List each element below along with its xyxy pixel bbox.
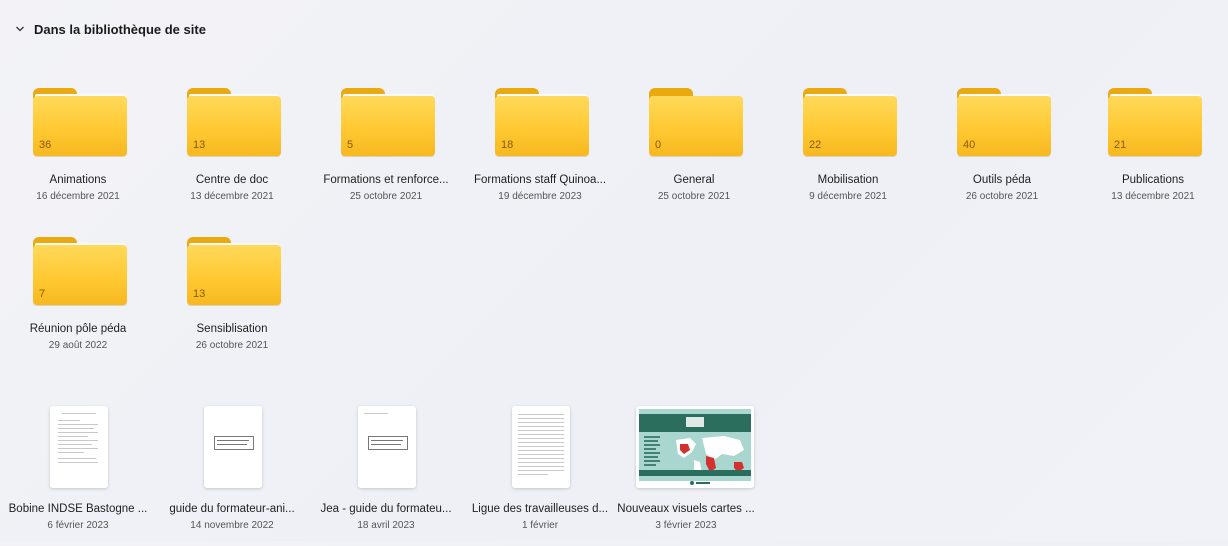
- item-name: Jea - guide du formateu...: [320, 503, 452, 515]
- item-date: 6 février 2023: [47, 520, 109, 531]
- file-item[interactable]: Nouveaux visuels cartes ... 3 février 20…: [611, 406, 761, 546]
- item-date: 25 octobre 2021: [349, 191, 423, 202]
- folder-icon: 40: [957, 88, 1051, 156]
- item-name: Sensiblisation: [196, 323, 268, 335]
- file-item[interactable]: guide du formateur-ani... 14 novembre 20…: [157, 406, 307, 546]
- document-thumbnail-icon: [358, 406, 416, 488]
- item-date: 29 août 2022: [48, 340, 108, 351]
- document-thumbnail-icon: [50, 406, 108, 488]
- item-name: Outils péda: [972, 174, 1032, 186]
- item-name: Formations staff Quinoa...: [473, 174, 607, 186]
- folder-item[interactable]: 22 Mobilisation 9 décembre 2021: [773, 88, 923, 228]
- item-name: Réunion pôle péda: [29, 323, 127, 335]
- item-date: 18 avril 2023: [357, 520, 415, 531]
- folder-icon: 22: [803, 88, 897, 156]
- folder-icon: 18: [495, 88, 589, 156]
- chevron-down-icon[interactable]: [14, 23, 26, 35]
- folder-icon: 13: [187, 88, 281, 156]
- folder-item[interactable]: 13 Centre de doc 13 décembre 2021: [157, 88, 307, 228]
- folder-icon: 13: [187, 237, 281, 305]
- file-item[interactable]: Bobine INDSE Bastogne ... 6 février 2023: [3, 406, 153, 546]
- item-count: 21: [1114, 139, 1127, 151]
- item-date: 13 décembre 2021: [1111, 191, 1195, 202]
- item-count: 5: [347, 139, 354, 151]
- folder-item[interactable]: 21 Publications 13 décembre 2021: [1078, 88, 1228, 228]
- folder-icon: 21: [1108, 88, 1202, 156]
- document-thumbnail-icon: [512, 406, 570, 488]
- file-item[interactable]: Ligue des travailleuses d... 1 février: [465, 406, 615, 546]
- item-name: Publications: [1121, 174, 1184, 186]
- item-date: 16 décembre 2021: [36, 191, 120, 202]
- item-count: 40: [963, 139, 976, 151]
- item-name: guide du formateur-ani...: [169, 503, 295, 515]
- item-date: 1 février: [521, 520, 559, 531]
- folder-icon: 0: [649, 88, 743, 156]
- item-count: 18: [501, 139, 514, 151]
- folder-icon: 5: [341, 88, 435, 156]
- item-name: Bobine INDSE Bastogne ...: [8, 503, 148, 515]
- file-item[interactable]: Jea - guide du formateu... 18 avril 2023: [311, 406, 461, 546]
- item-date: 19 décembre 2023: [498, 191, 582, 202]
- folder-icon: 36: [33, 88, 127, 156]
- folder-item[interactable]: 0 General 25 octobre 2021: [619, 88, 769, 228]
- item-count: 0: [655, 139, 662, 151]
- folder-item[interactable]: 7 Réunion pôle péda 29 août 2022: [3, 237, 153, 377]
- item-name: Animations: [49, 174, 107, 186]
- folder-item[interactable]: 18 Formations staff Quinoa... 19 décembr…: [465, 88, 615, 228]
- folder-item[interactable]: 13 Sensiblisation 26 octobre 2021: [157, 237, 307, 377]
- item-count: 13: [193, 288, 206, 300]
- image-thumbnail-icon: [636, 406, 754, 488]
- folder-item[interactable]: 40 Outils péda 26 octobre 2021: [927, 88, 1077, 228]
- item-date: 13 décembre 2021: [190, 191, 274, 202]
- section-header[interactable]: Dans la bibliothèque de site: [14, 18, 206, 40]
- item-date: 14 novembre 2022: [190, 520, 274, 531]
- item-name: Centre de doc: [195, 174, 269, 186]
- folder-item[interactable]: 5 Formations et renforce... 25 octobre 2…: [311, 88, 461, 228]
- item-date: 26 octobre 2021: [195, 340, 269, 351]
- item-name: Formations et renforce...: [323, 174, 449, 186]
- folder-icon: 7: [33, 237, 127, 305]
- item-name: Nouveaux visuels cartes ...: [617, 503, 755, 515]
- item-date: 26 octobre 2021: [965, 191, 1039, 202]
- item-count: 22: [809, 139, 822, 151]
- item-name: Ligue des travailleuses d...: [471, 503, 609, 515]
- item-name: General: [673, 174, 715, 186]
- section-title: Dans la bibliothèque de site: [34, 21, 206, 37]
- item-date: 3 février 2023: [655, 520, 717, 531]
- document-thumbnail-icon: [204, 406, 262, 488]
- item-name: Mobilisation: [817, 174, 879, 186]
- item-count: 36: [39, 139, 52, 151]
- item-date: 9 décembre 2021: [809, 191, 887, 202]
- folder-item[interactable]: 36 Animations 16 décembre 2021: [3, 88, 153, 228]
- item-date: 25 octobre 2021: [657, 191, 731, 202]
- item-count: 7: [39, 288, 46, 300]
- item-count: 13: [193, 139, 206, 151]
